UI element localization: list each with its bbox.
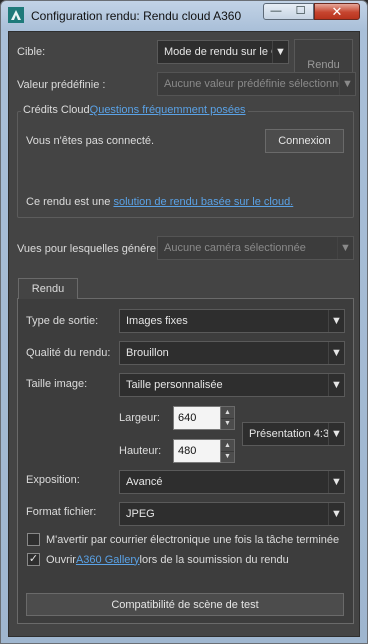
email-notify-label: M'avertir par courrier électronique une … [46,533,340,546]
target-label: Cible: [17,46,46,58]
width-label: Largeur: [119,412,160,424]
height-stepper[interactable]: 480 ▲ ▼ [173,439,235,463]
open-gallery-suffix: lors de la soumission du rendu [139,553,289,566]
quality-select[interactable]: Brouillon ▼ [119,341,345,365]
views-value: Aucune caméra sélectionnée [164,242,306,254]
height-input[interactable]: 480 [173,439,221,463]
image-size-value: Taille personnalisée [126,379,223,391]
spin-down-icon[interactable]: ▼ [221,417,234,430]
chevron-down-icon: ▼ [328,342,344,364]
login-status-text: Vous n'êtes pas connecté. [26,135,155,147]
chevron-down-icon: ▼ [328,310,344,332]
image-size-select[interactable]: Taille personnalisée ▼ [119,373,345,397]
chevron-down-icon: ▼ [328,423,344,445]
spin-up-icon[interactable]: ▲ [221,440,234,451]
file-format-select[interactable]: JPEG ▼ [119,502,345,526]
chevron-down-icon: ▼ [339,73,355,95]
minimize-button[interactable]: — [263,3,289,20]
quality-value: Brouillon [126,347,169,359]
dialog-client-area: Cible: Mode de rendu sur le C ▼ Rendu Va… [8,31,360,637]
views-label: Vues pour lesquelles génére [17,243,157,255]
cloud-solution-link[interactable]: solution de rendu basée sur le cloud. [113,196,293,208]
chevron-down-icon: ▼ [328,374,344,396]
open-gallery-prefix: Ouvrir [46,553,76,566]
file-format-label: Format fichier: [26,506,97,518]
cloud-info-text: Ce rendu est une solution de rendu basée… [26,196,293,208]
chevron-down-icon: ▼ [328,471,344,493]
width-spinner[interactable]: ▲ ▼ [221,406,235,430]
height-spinner[interactable]: ▲ ▼ [221,439,235,463]
exposure-select[interactable]: Avancé ▼ [119,470,345,494]
preset-select[interactable]: Aucune valeur prédéfinie sélectionnée ▼ [157,72,356,96]
image-size-label: Taille image: [26,378,88,390]
close-button[interactable]: ✕ [314,3,360,20]
cloud-credits-label: Crédits Cloud [23,104,90,116]
target-value: Mode de rendu sur le C [164,46,272,58]
aspect-value: Présentation 4:3 [249,428,328,440]
file-format-value: JPEG [126,508,155,520]
exposure-value: Avancé [126,476,163,488]
height-label: Hauteur: [119,445,162,457]
render-button[interactable]: Rendu [294,39,353,73]
dialog-window: Configuration rendu: Rendu cloud A360 — … [0,0,368,644]
title-bar[interactable]: Configuration rendu: Rendu cloud A360 — … [1,1,367,31]
faq-link[interactable]: Questions fréquemment posées [90,104,246,116]
output-type-label: Type de sortie: [26,315,99,327]
a360-gallery-link[interactable]: A360 Gallery [76,554,140,566]
chevron-down-icon: ▼ [337,237,353,259]
chevron-down-icon: ▼ [328,503,344,525]
checkbox-box[interactable] [27,533,40,546]
maximize-button[interactable]: ☐ [288,3,314,20]
exposure-label: Exposition: [26,474,80,486]
views-select[interactable]: Aucune caméra sélectionnée ▼ [157,236,354,260]
aspect-select[interactable]: Présentation 4:3 ▼ [242,422,345,446]
spin-down-icon[interactable]: ▼ [221,450,234,463]
window-title: Configuration rendu: Rendu cloud A360 [31,9,242,23]
width-input[interactable]: 640 [173,406,221,430]
open-gallery-checkbox[interactable]: ✓ Ouvrir A360 Gallery lors de la soumiss… [27,553,289,566]
target-select[interactable]: Mode de rendu sur le C ▼ [157,40,289,64]
cloud-credits-title: Crédits CloudQuestions fréquemment posée… [21,104,248,116]
checkmark-icon[interactable]: ✓ [27,553,40,566]
output-type-value: Images fixes [126,315,188,327]
scene-compat-test-button[interactable]: Compatibilité de scène de test [26,593,344,616]
tab-rendu[interactable]: Rendu [18,278,78,299]
email-notify-checkbox[interactable]: M'avertir par courrier électronique une … [27,533,339,546]
preset-value: Aucune valeur prédéfinie sélectionnée [164,78,339,90]
cloud-info-prefix: Ce rendu est une [26,196,114,208]
preset-label: Valeur prédéfinie : [17,79,106,91]
login-button[interactable]: Connexion [265,129,344,153]
quality-label: Qualité du rendu: [26,347,111,359]
app-logo-icon [8,7,24,23]
spin-up-icon[interactable]: ▲ [221,407,234,418]
width-stepper[interactable]: 640 ▲ ▼ [173,406,235,430]
output-type-select[interactable]: Images fixes ▼ [119,309,345,333]
chevron-down-icon: ▼ [272,41,288,63]
